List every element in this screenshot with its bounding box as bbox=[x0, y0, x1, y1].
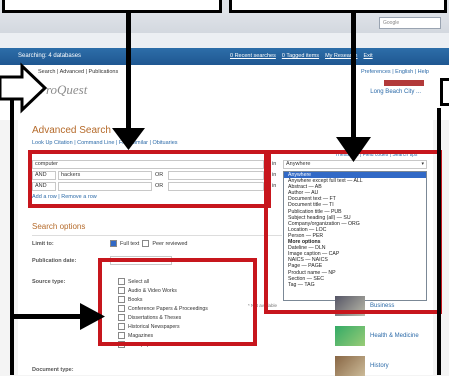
arrow-to-field-list bbox=[336, 11, 371, 162]
arrow-to-source-types bbox=[10, 303, 105, 330]
vertical-line-left-edge bbox=[10, 90, 14, 375]
arrow-to-search-rows bbox=[112, 11, 145, 150]
arrow-to-search-tab bbox=[0, 62, 48, 114]
vertical-line-right-edge bbox=[437, 108, 441, 375]
annotation-arrows bbox=[0, 11, 441, 375]
